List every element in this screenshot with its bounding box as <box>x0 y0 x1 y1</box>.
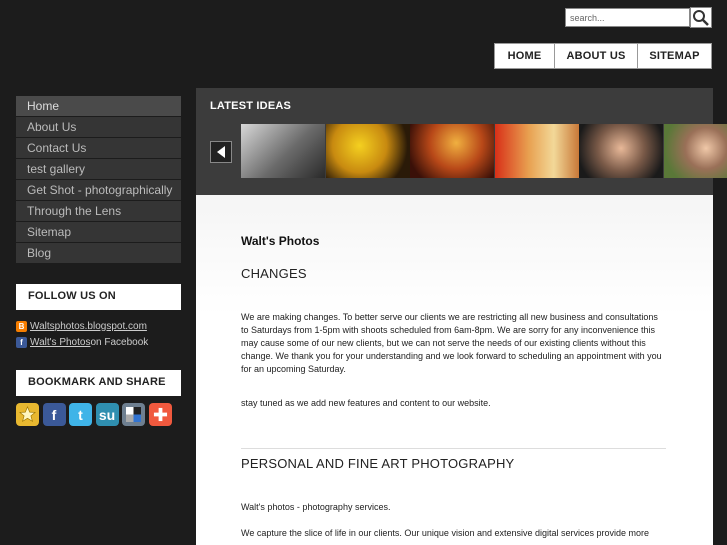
changes-paragraph: We are making changes. To better serve o… <box>241 312 662 374</box>
carousel-thumb[interactable] <box>410 124 494 178</box>
changes-heading: CHANGES <box>241 266 307 281</box>
latest-ideas-panel: LATEST IDEAS <box>196 88 727 195</box>
sidebar-item-through-the-lens[interactable]: Through the Lens <box>16 201 181 221</box>
carousel-thumb[interactable] <box>579 124 663 178</box>
sidebar-item-contact-us[interactable]: Contact Us <box>16 138 181 158</box>
section-divider <box>241 448 666 449</box>
share-icons: f t su <box>16 403 175 426</box>
facebook-icon: f <box>16 336 27 348</box>
sidebar-item-about-us[interactable]: About Us <box>16 117 181 137</box>
chevron-left-icon <box>217 146 225 158</box>
carousel-thumb[interactable] <box>494 124 579 178</box>
site-title: Walt's Photos <box>241 234 320 248</box>
sidebar-item-test-gallery[interactable]: test gallery <box>16 159 181 179</box>
nav-about-us[interactable]: ABOUT US <box>554 43 638 69</box>
blog-link[interactable]: Waltsphotos.blogspot.com <box>30 321 147 332</box>
nav-home[interactable]: HOME <box>494 43 555 69</box>
top-nav: HOME ABOUT US SITEMAP <box>494 43 712 69</box>
search-button[interactable] <box>690 7 712 28</box>
sidebar-menu: Home About Us Contact Us test gallery Ge… <box>16 96 181 264</box>
stay-tuned-paragraph: stay tuned as we add new features and co… <box>241 398 491 408</box>
search-input[interactable]: search... <box>565 8 690 27</box>
addthis-icon[interactable] <box>148 403 172 426</box>
follow-links: B Waltsphotos.blogspot.com f Walt's Phot… <box>16 318 148 350</box>
sidebar-item-home[interactable]: Home <box>16 96 181 116</box>
carousel-thumbnails <box>241 124 727 178</box>
capture-paragraph: We capture the slice of life in our clie… <box>241 528 650 538</box>
favorites-icon[interactable] <box>16 403 39 426</box>
search-icon <box>693 9 709 26</box>
facebook-share-icon[interactable]: f <box>42 403 66 426</box>
stumbleupon-icon[interactable]: su <box>95 403 119 426</box>
nav-sitemap[interactable]: SITEMAP <box>637 43 712 69</box>
facebook-link[interactable]: Walt's Photos <box>30 337 90 348</box>
services-paragraph: Walt's photos - photography services. <box>241 502 391 512</box>
main-content: Walt's Photos CHANGES We are making chan… <box>196 195 713 545</box>
blogger-icon: B <box>16 320 27 332</box>
carousel-thumb[interactable] <box>663 124 727 178</box>
carousel-prev-arrow[interactable] <box>210 141 232 163</box>
latest-ideas-title: LATEST IDEAS <box>210 100 292 112</box>
sidebar-item-sitemap[interactable]: Sitemap <box>16 222 181 242</box>
bookmark-heading: BOOKMARK AND SHARE <box>16 370 181 396</box>
carousel-thumb[interactable] <box>325 124 410 178</box>
facebook-suffix: on Facebook <box>90 336 149 348</box>
twitter-icon[interactable]: t <box>69 403 92 426</box>
sidebar-item-get-shot[interactable]: Get Shot - photographically <box>16 180 181 200</box>
delicious-icon[interactable] <box>122 403 145 426</box>
sidebar-item-blog[interactable]: Blog <box>16 243 181 263</box>
carousel-thumb[interactable] <box>241 124 325 178</box>
personal-heading: PERSONAL AND FINE ART PHOTOGRAPHY <box>241 456 515 471</box>
follow-us-heading: FOLLOW US ON <box>16 284 181 310</box>
